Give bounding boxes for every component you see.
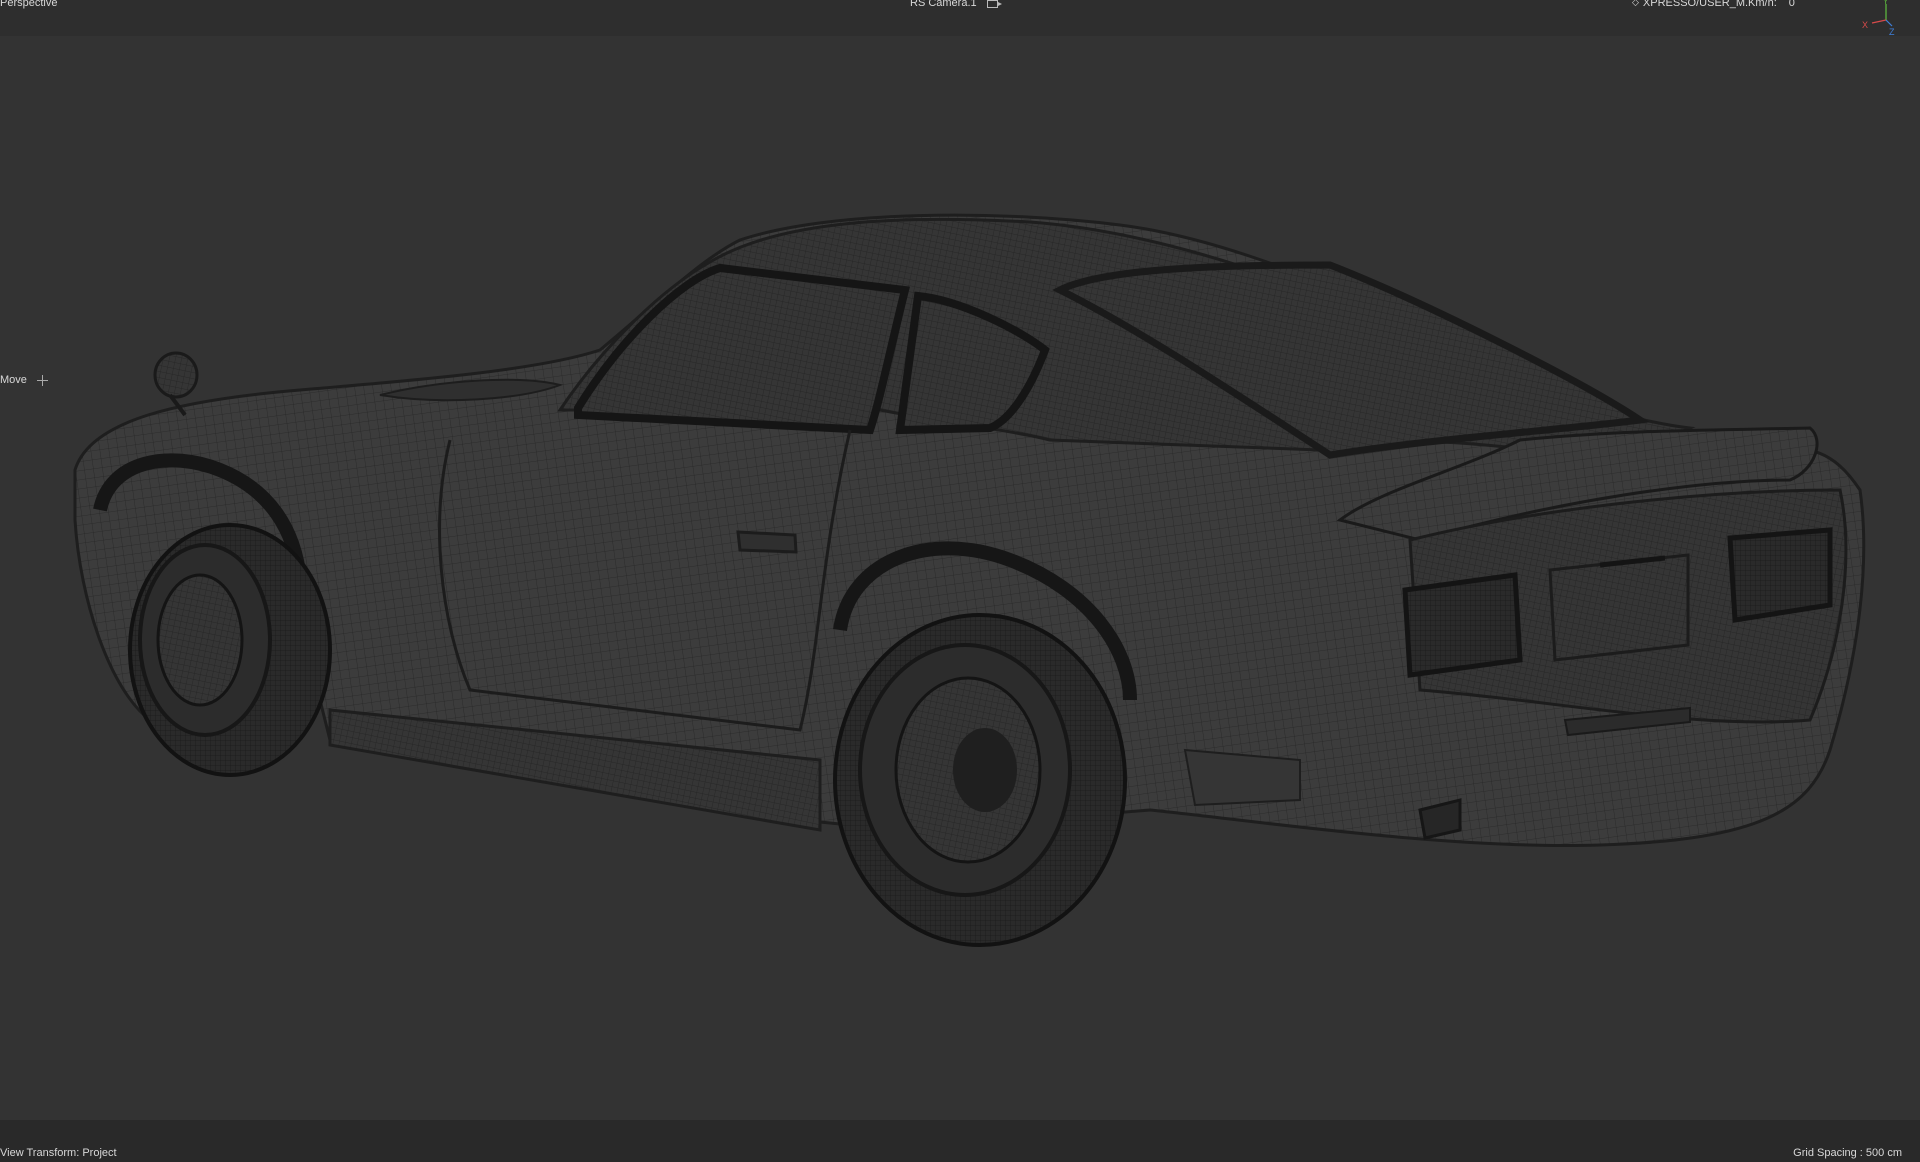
camera-icon[interactable] [986,0,1002,8]
axis-gizmo: Y X Z [1862,0,1895,36]
rear-wheel [833,613,1127,947]
active-camera[interactable]: RS Camera.1 [910,0,1002,9]
side-mirror [153,351,199,399]
viewport-status-bar: View Transform: Project Grid Spacing : 5… [0,1120,1920,1162]
view-transform-label[interactable]: View Transform: Project [0,1147,117,1159]
front-wheel [128,523,332,777]
axis-label-y: Y [1883,0,1889,6]
hud-label: XPRESSO/USER_M.Km/h: [1642,0,1777,9]
3d-viewport[interactable]: Perspective RS Camera.1 ◇ XPRESSO/USER_M… [0,0,1920,1162]
move-tool-indicator[interactable]: Move [0,374,48,386]
move-tool-label: Move [0,374,27,386]
axis-label-x: X [1862,20,1868,30]
grid-spacing-label: Grid Spacing : 500 cm [1793,1147,1902,1159]
viewport-header: Perspective RS Camera.1 ◇ XPRESSO/USER_M… [0,0,1920,36]
move-icon [36,374,48,386]
hud-value: 0 [1788,0,1795,9]
hud-readout: ◇ XPRESSO/USER_M.Km/h: 0 [1632,0,1795,9]
camera-name: RS Camera.1 [910,0,977,9]
diamond-icon: ◇ [1632,0,1639,7]
tail-light-left [1402,572,1523,678]
license-plate [1548,553,1690,662]
side-window-front [574,263,910,435]
axis-label-z: Z [1889,27,1895,36]
view-name-menu[interactable]: Perspective [0,0,57,9]
car-wireframe-model[interactable] [0,0,1920,1162]
tail-light-right [1727,527,1833,623]
